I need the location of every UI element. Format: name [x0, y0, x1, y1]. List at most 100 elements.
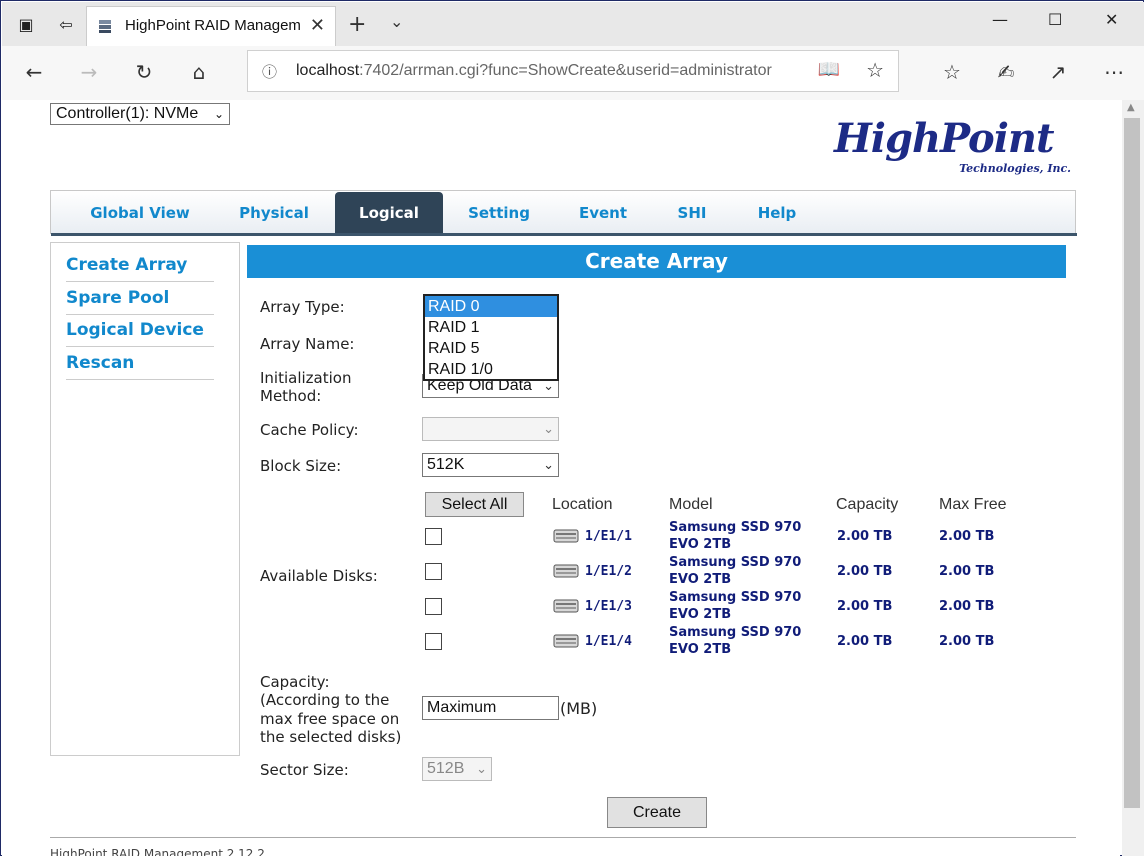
chevron-down-icon: ⌄: [473, 758, 487, 780]
highpoint-logo: HighPoint Technologies, Inc.: [834, 118, 1079, 178]
disk-capacity: 2.00 TB: [837, 529, 893, 544]
browser-tab[interactable]: HighPoint RAID Management ✕: [86, 6, 336, 46]
sector-size-label: Sector Size:: [260, 761, 349, 779]
home-icon[interactable]: ⌂: [185, 60, 213, 86]
tab-physical[interactable]: Physical: [229, 191, 319, 234]
controller-select[interactable]: Controller(1): NVMe ⌄: [50, 103, 230, 125]
option-raid-0[interactable]: RAID 0: [425, 296, 557, 317]
back-icon[interactable]: ←: [20, 60, 48, 86]
url-text[interactable]: localhost:7402/arrman.cgi?func=ShowCreat…: [296, 62, 772, 80]
disk-capacity: 2.00 TB: [837, 599, 893, 614]
more-icon[interactable]: ⋯: [1100, 60, 1128, 86]
tab-logical[interactable]: Logical: [335, 192, 443, 234]
info-icon[interactable]: ⓘ: [262, 61, 277, 82]
column-max-free: Max Free: [939, 496, 1007, 513]
page-scrollbar[interactable]: ▲: [1122, 100, 1144, 856]
logo-main-text: HighPoint: [834, 115, 1054, 162]
favorites-list-icon[interactable]: ☆: [938, 60, 966, 86]
disk-location: 1/E1/1: [585, 529, 632, 544]
new-tab-icon[interactable]: +: [348, 12, 366, 37]
refresh-icon[interactable]: ↻: [130, 60, 158, 86]
menu-underline: [51, 233, 1077, 236]
capacity-label-line1: Capacity:: [260, 673, 330, 691]
address-bar[interactable]: ⓘ localhost:7402/arrman.cgi?func=ShowCre…: [247, 50, 899, 92]
cache-policy-select[interactable]: ⌄: [422, 417, 559, 441]
tab-bar: ▣ ⇦ HighPoint RAID Management ✕ + ⌄ — ☐ …: [2, 2, 1144, 46]
chevron-down-icon[interactable]: ⌄: [390, 12, 403, 31]
disk-model-line1: Samsung SSD 970: [669, 520, 802, 535]
init-method-label-line2: Method:: [260, 387, 322, 405]
disk-checkbox[interactable]: [425, 598, 442, 615]
url-path: :7402/arrman.cgi?func=ShowCreate&userid=…: [359, 62, 772, 79]
disk-model-line2: EVO 2TB: [669, 642, 732, 657]
cache-policy-label: Cache Policy:: [260, 421, 359, 439]
disk-model-line2: EVO 2TB: [669, 607, 732, 622]
reading-view-icon[interactable]: 📖: [818, 59, 840, 80]
disk-checkbox[interactable]: [425, 633, 442, 650]
option-raid-5[interactable]: RAID 5: [425, 338, 557, 359]
sidebar-item-spare-pool[interactable]: Spare Pool: [66, 288, 214, 315]
disk-max-free: 2.00 TB: [939, 599, 995, 614]
disk-checkbox[interactable]: [425, 563, 442, 580]
disk-location: 1/E1/3: [585, 599, 632, 614]
favorite-star-icon[interactable]: ☆: [866, 58, 884, 82]
select-all-button[interactable]: Select All: [425, 492, 524, 517]
close-tab-icon[interactable]: ✕: [310, 15, 325, 36]
sidebar-item-logical-device[interactable]: Logical Device: [66, 320, 214, 347]
pen-icon[interactable]: ✍: [992, 60, 1020, 86]
tab-title: HighPoint RAID Management: [125, 17, 300, 34]
chevron-down-icon: ⌄: [540, 418, 554, 440]
capacity-label-line2: (According to the: [260, 691, 390, 709]
scrollbar-thumb[interactable]: [1124, 118, 1140, 808]
capacity-label-line3: max free space on: [260, 710, 400, 728]
array-name-label: Array Name:: [260, 335, 355, 353]
available-disks-label: Available Disks:: [260, 567, 378, 585]
logo-sub-text: Technologies, Inc.: [959, 162, 1071, 175]
browser-window: ▣ ⇦ HighPoint RAID Management ✕ + ⌄ — ☐ …: [0, 0, 1144, 856]
sidebar-item-rescan[interactable]: Rescan: [66, 353, 214, 380]
scroll-up-icon[interactable]: ▲: [1127, 102, 1135, 113]
main-menu: Global View Physical Logical Setting Eve…: [50, 190, 1077, 236]
disk-model-line2: EVO 2TB: [669, 572, 732, 587]
tab-global-view[interactable]: Global View: [81, 191, 199, 234]
disk-capacity: 2.00 TB: [837, 634, 893, 649]
tab-setting[interactable]: Setting: [459, 191, 539, 234]
disk-model-line1: Samsung SSD 970: [669, 590, 802, 605]
capacity-label-line4: the selected disks): [260, 728, 402, 746]
forward-icon[interactable]: →: [75, 60, 103, 86]
disk-max-free: 2.00 TB: [939, 634, 995, 649]
option-raid-1[interactable]: RAID 1: [425, 317, 557, 338]
maximize-icon[interactable]: ☐: [1048, 10, 1062, 29]
option-raid-10[interactable]: RAID 1/0: [425, 359, 557, 380]
tab-actions-icon[interactable]: ▣: [12, 10, 40, 38]
close-window-icon[interactable]: ✕: [1105, 10, 1118, 29]
minimize-icon[interactable]: —: [992, 10, 1008, 29]
block-size-value: 512K: [427, 456, 465, 473]
block-size-select[interactable]: 512K ⌄: [422, 453, 559, 477]
disk-capacity: 2.00 TB: [837, 564, 893, 579]
disk-drive-icon: [553, 599, 579, 613]
array-type-label: Array Type:: [260, 298, 345, 316]
disk-model-line1: Samsung SSD 970: [669, 625, 802, 640]
tab-shi[interactable]: SHI: [669, 191, 715, 234]
disk-checkbox[interactable]: [425, 528, 442, 545]
sector-size-select[interactable]: 512B ⌄: [422, 757, 492, 781]
tab-event[interactable]: Event: [571, 191, 635, 234]
disk-max-free: 2.00 TB: [939, 529, 995, 544]
init-method-label-line1: Initialization: [260, 369, 352, 387]
disk-model-line2: EVO 2TB: [669, 537, 732, 552]
set-aside-tabs-icon[interactable]: ⇦: [52, 10, 80, 38]
sidebar-item-create-array[interactable]: Create Array: [66, 255, 214, 282]
navigation-bar: ← → ↻ ⌂ ⓘ localhost:7402/arrman.cgi?func…: [2, 46, 1144, 100]
share-icon[interactable]: ↗: [1044, 60, 1072, 86]
capacity-input[interactable]: Maximum: [422, 696, 559, 720]
disk-drive-icon: [553, 634, 579, 648]
create-button[interactable]: Create: [607, 797, 707, 828]
array-type-dropdown[interactable]: RAID 0 RAID 1 RAID 5 RAID 1/0: [423, 294, 559, 381]
disk-location: 1/E1/2: [585, 564, 632, 579]
block-size-label: Block Size:: [260, 457, 342, 475]
tab-help[interactable]: Help: [751, 191, 803, 234]
column-model: Model: [669, 496, 713, 513]
controller-select-value: Controller(1): NVMe: [56, 105, 199, 122]
disk-drive-icon: [553, 529, 579, 543]
